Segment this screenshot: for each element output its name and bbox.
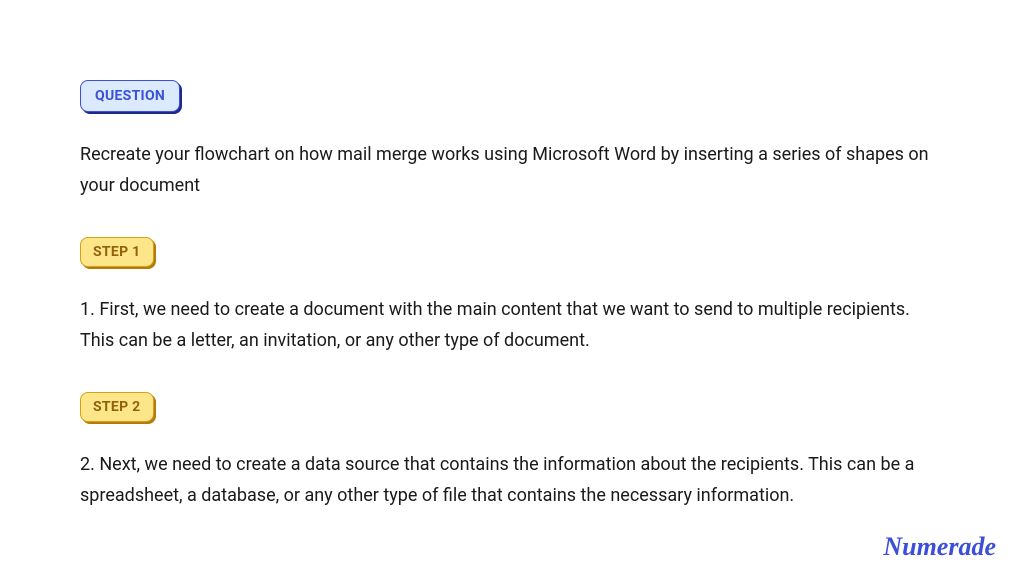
question-text: Recreate your flowchart on how mail merg… <box>80 140 944 201</box>
content-container: QUESTION Recreate your flowchart on how … <box>80 80 944 512</box>
step-2-text: 2. Next, we need to create a data source… <box>80 450 944 511</box>
brand-logo: Numerade <box>883 532 996 562</box>
step-1-text: 1. First, we need to create a document w… <box>80 295 944 356</box>
step-2-badge: STEP 2 <box>80 392 154 422</box>
question-badge: QUESTION <box>80 80 180 112</box>
step-1-badge: STEP 1 <box>80 237 154 267</box>
